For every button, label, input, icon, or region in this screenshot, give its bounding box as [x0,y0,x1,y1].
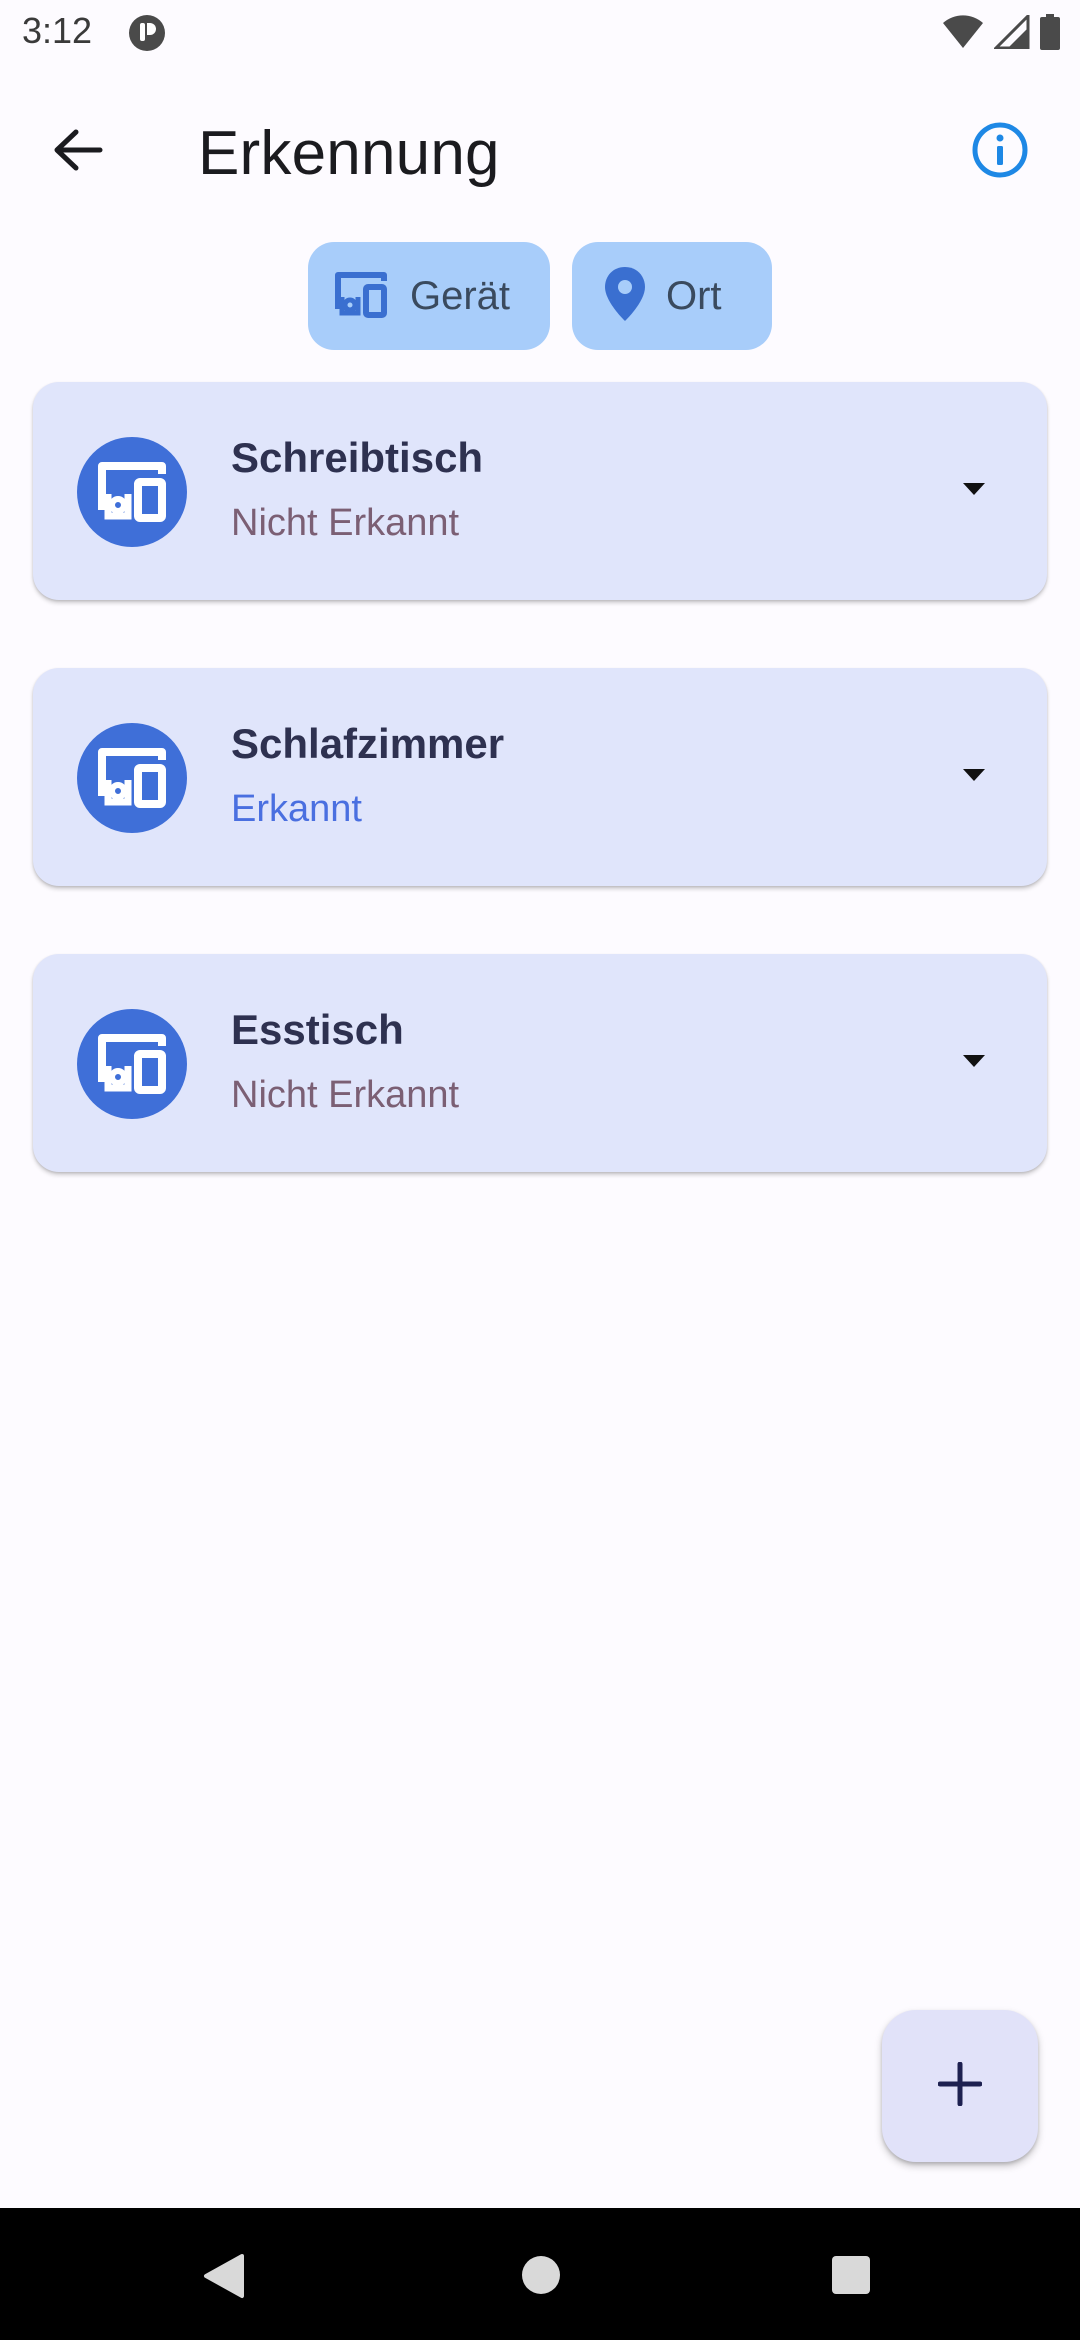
filter-chip-geraet[interactable]: Gerät [308,242,550,350]
add-icon [937,2061,983,2111]
cell-signal-icon [992,11,1030,54]
device-card-schlafzimmer[interactable]: Schlafzimmer Erkannt [33,668,1047,886]
system-nav-bar [0,2208,1080,2340]
location-pin-icon [602,265,648,328]
app-notification-icon [127,13,167,53]
info-icon [970,120,1030,185]
device-status: Erkannt [231,788,362,830]
device-avatar [77,1009,187,1119]
wifi-icon [942,14,984,54]
device-card-esstisch[interactable]: Esstisch Nicht Erkannt [33,954,1047,1172]
device-name: Schreibtisch [231,434,484,481]
expand-button[interactable] [949,1038,999,1088]
devices-icon [92,1030,172,1099]
nav-back-button[interactable] [200,2252,246,2305]
app-bar: Erkennung [0,80,1080,210]
filter-chip-label: Ort [666,273,722,318]
status-bar: 3:12 [0,0,1080,66]
device-avatar [77,437,187,547]
devices-icon [92,744,172,813]
expand-button[interactable] [949,752,999,802]
device-avatar [77,723,187,833]
devices-icon [92,458,172,527]
filter-chip-ort[interactable]: Ort [572,242,772,350]
arrow-back-icon [52,128,104,177]
back-button[interactable] [34,108,122,196]
device-card-schreibtisch[interactable]: Schreibtisch Nicht Erkannt [33,382,1047,600]
dropdown-arrow-icon [962,1054,986,1073]
device-status: Nicht Erkannt [231,502,460,544]
devices-icon [330,269,392,324]
info-button[interactable] [960,112,1040,192]
expand-button[interactable] [949,466,999,516]
filter-chip-label: Gerät [410,273,511,318]
dropdown-arrow-icon [962,768,986,787]
page-title: Erkennung [198,119,500,188]
dropdown-arrow-icon [962,482,986,501]
battery-icon [1040,13,1060,55]
nav-home-button[interactable] [520,2254,562,2301]
nav-recents-button[interactable] [830,2254,872,2301]
add-device-button[interactable] [882,2010,1038,2162]
status-time: 3:12 [22,10,93,51]
device-name: Schlafzimmer [231,720,505,767]
device-name: Esstisch [231,1006,404,1053]
device-status: Nicht Erkannt [231,1074,460,1116]
status-indicators [942,11,1060,55]
